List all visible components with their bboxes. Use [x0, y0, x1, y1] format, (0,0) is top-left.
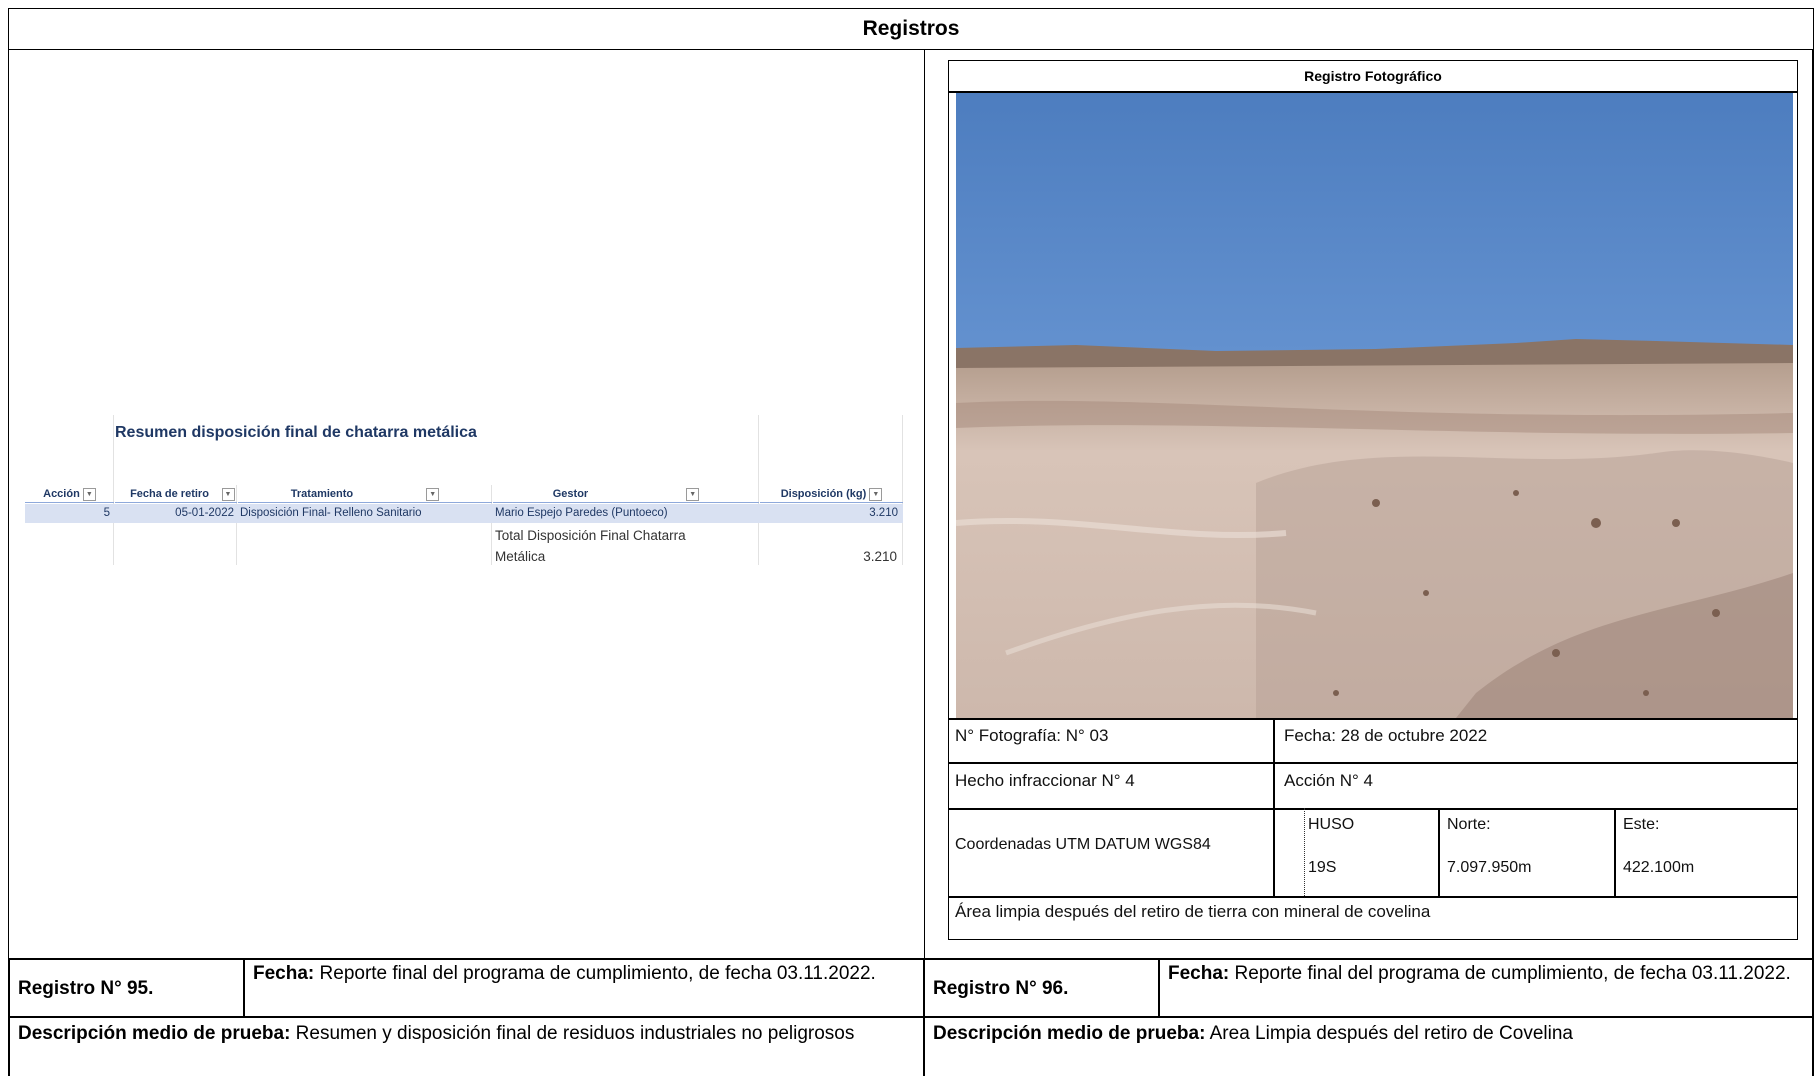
huso-value: 19S	[1308, 859, 1337, 876]
coord-label: Coordenadas UTM DATUM WGS84	[955, 836, 1211, 853]
excel-total-label: Total Disposición Final Chatarra	[495, 528, 686, 543]
divider	[948, 718, 1798, 720]
accion-number: Acción N° 4	[1284, 771, 1374, 790]
excel-total-value: 3.210	[863, 549, 897, 564]
divider	[923, 958, 925, 1076]
excel-header-label: Gestor	[552, 488, 589, 500]
excel-header-tratamiento: Tratamiento ▼	[238, 485, 492, 503]
excel-header-fecha: Fecha de retiro ▼	[115, 485, 237, 503]
desert-landscape-photo	[956, 93, 1793, 718]
filter-dropdown-icon[interactable]: ▼	[426, 487, 440, 501]
descripcion-text: Resumen y disposición final de residuos …	[290, 1023, 855, 1044]
fecha-95: Fecha: Reporte final del programa de cum…	[253, 962, 913, 986]
divider	[243, 958, 245, 1016]
filter-dropdown-icon[interactable]: ▼	[686, 487, 700, 501]
table-right-border	[1812, 49, 1814, 1076]
descripcion-96: Descripción medio de prueba: Area Limpia…	[933, 1022, 1803, 1046]
filter-dropdown-icon[interactable]: ▼	[82, 487, 96, 501]
divider	[948, 762, 1798, 764]
fecha-label: Fecha:	[253, 963, 315, 984]
descripcion-text: Area Limpia después del retiro de Coveli…	[1205, 1023, 1573, 1044]
descripcion-label: Descripción medio de prueba:	[933, 1023, 1206, 1044]
photo-number: N° Fotografía: N° 03	[955, 726, 1109, 745]
photo-record-header: Registro Fotográfico	[1304, 68, 1442, 84]
hecho-infraccionar: Hecho infraccionar N° 4	[955, 771, 1135, 790]
divider	[8, 1016, 1814, 1018]
descripcion-label: Descripción medio de prueba:	[18, 1023, 291, 1044]
fecha-text: Reporte final del programa de cumplimien…	[314, 963, 876, 984]
descripcion-95: Descripción medio de prueba: Resumen y d…	[18, 1022, 915, 1046]
filter-dropdown-icon[interactable]: ▼	[869, 487, 883, 501]
excel-header-label: Acción	[43, 488, 80, 500]
photo-caption: Área limpia después del retiro de tierra…	[955, 902, 1431, 921]
document-title: Registros	[8, 8, 1814, 50]
excel-header-accion: Acción ▼	[25, 485, 114, 503]
huso-label: HUSO	[1308, 816, 1355, 833]
este-label: Este:	[1623, 816, 1660, 833]
este-value: 422.100m	[1623, 859, 1695, 876]
excel-total-label-cont: Metálica	[495, 549, 546, 564]
divider	[1304, 808, 1305, 896]
divider	[948, 896, 1798, 898]
fecha-text: Reporte final del programa de cumplimien…	[1229, 963, 1791, 984]
excel-cell-gestor: Mario Espejo Paredes (Puntoeco)	[495, 507, 668, 519]
photo-date: Fecha: 28 de octubre 2022	[1284, 726, 1488, 745]
divider	[1158, 958, 1160, 1016]
divider	[948, 808, 1798, 810]
norte-label: Norte:	[1447, 816, 1491, 833]
divider	[1438, 808, 1440, 896]
excel-header-disposicion: Disposición (kg) ▼	[760, 485, 903, 503]
divider	[8, 958, 1814, 960]
norte-value: 7.097.950m	[1447, 859, 1532, 876]
registro-95: Registro N° 95.	[18, 978, 154, 999]
excel-cell-accion: 5	[103, 507, 110, 519]
excel-header-label: Disposición (kg)	[780, 488, 867, 500]
registro-96: Registro N° 96.	[933, 978, 1069, 999]
excel-header-gestor: Gestor ▼	[493, 485, 759, 503]
excel-cell-disposicion: 3.210	[869, 507, 898, 519]
excel-cell-tratamiento: Disposición Final- Relleno Sanitario	[240, 507, 422, 519]
filter-dropdown-icon[interactable]: ▼	[221, 487, 235, 501]
divider	[1273, 718, 1275, 896]
excel-header-label: Tratamiento	[290, 488, 354, 500]
excel-header-label: Fecha de retiro	[130, 488, 209, 501]
excel-cell-fecha: 05-01-2022	[175, 507, 234, 519]
divider	[8, 958, 10, 1076]
fecha-label: Fecha:	[1168, 963, 1230, 984]
divider	[1614, 808, 1616, 896]
fecha-96: Fecha: Reporte final del programa de cum…	[1168, 962, 1808, 986]
excel-summary-title: Resumen disposición final de chatarra me…	[115, 424, 477, 441]
